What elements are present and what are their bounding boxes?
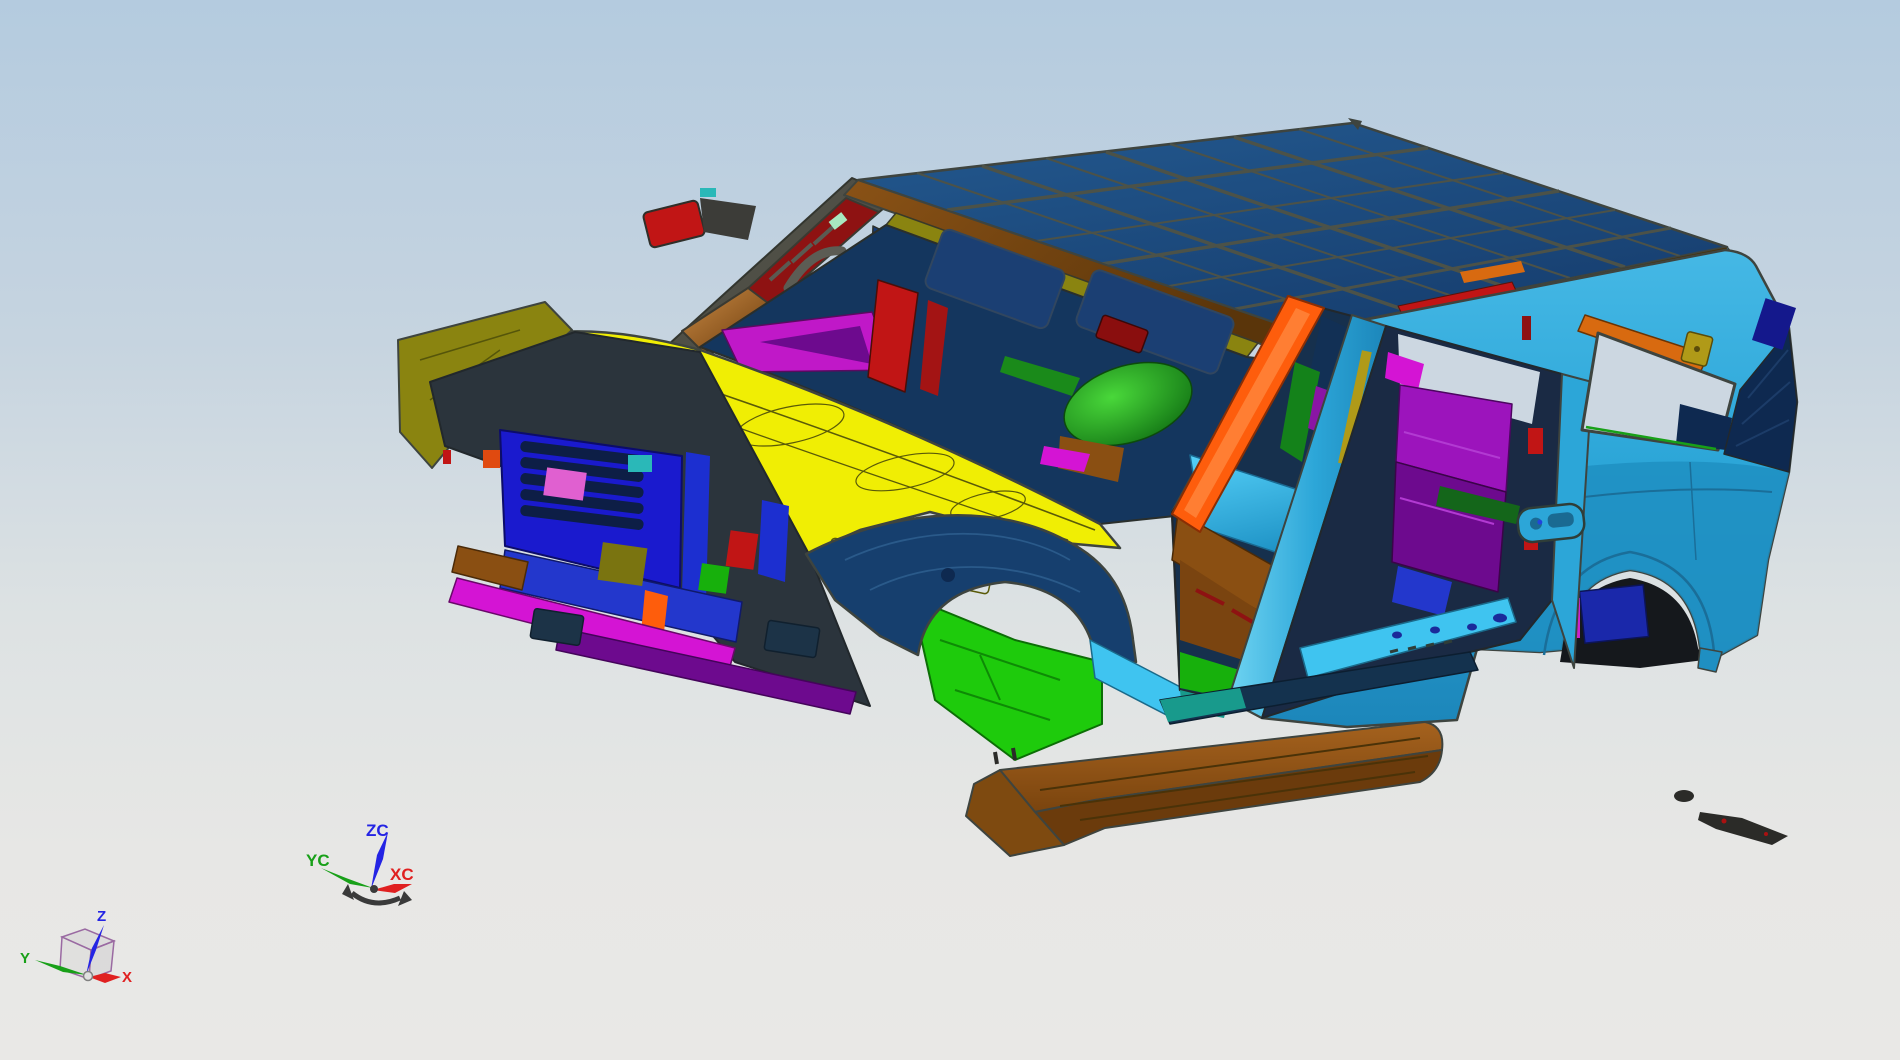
- wcs-yc-label: YC: [306, 851, 330, 870]
- teal-clip: [700, 188, 716, 197]
- bracket-hole: [1694, 346, 1700, 352]
- rail-red-clip: [443, 450, 451, 464]
- pink-bracket: [543, 467, 587, 501]
- door-handle: [1516, 502, 1586, 544]
- fragment-red-dot2: [1764, 832, 1768, 836]
- teal-bracket: [628, 455, 652, 472]
- view-x-label: X: [122, 969, 132, 986]
- view-origin-ball[interactable]: [82, 970, 94, 982]
- c-pillar-red-clip: [1522, 316, 1531, 340]
- fragment-small: [1674, 790, 1694, 802]
- door-red-clip1: [1528, 428, 1543, 454]
- fragment-red-dot1: [1721, 818, 1727, 824]
- rear-wheelhouse: [1578, 584, 1650, 644]
- rail-blue-right: [758, 500, 789, 582]
- red-bracket-front: [725, 530, 759, 570]
- wcs-zc-label: ZC: [366, 821, 389, 840]
- view-y-label: Y: [20, 950, 30, 967]
- fender-hole: [941, 568, 955, 582]
- olive-bracket-front: [597, 542, 648, 587]
- wcs-xc-label: XC: [390, 865, 414, 884]
- wcs-origin[interactable]: [370, 885, 378, 893]
- cad-viewport[interactable]: ZC YC XC Z Y X: [0, 0, 1900, 1060]
- orange-clip-front: [483, 450, 500, 468]
- view-z-label: Z: [97, 908, 106, 925]
- green-bracket-front: [698, 563, 730, 594]
